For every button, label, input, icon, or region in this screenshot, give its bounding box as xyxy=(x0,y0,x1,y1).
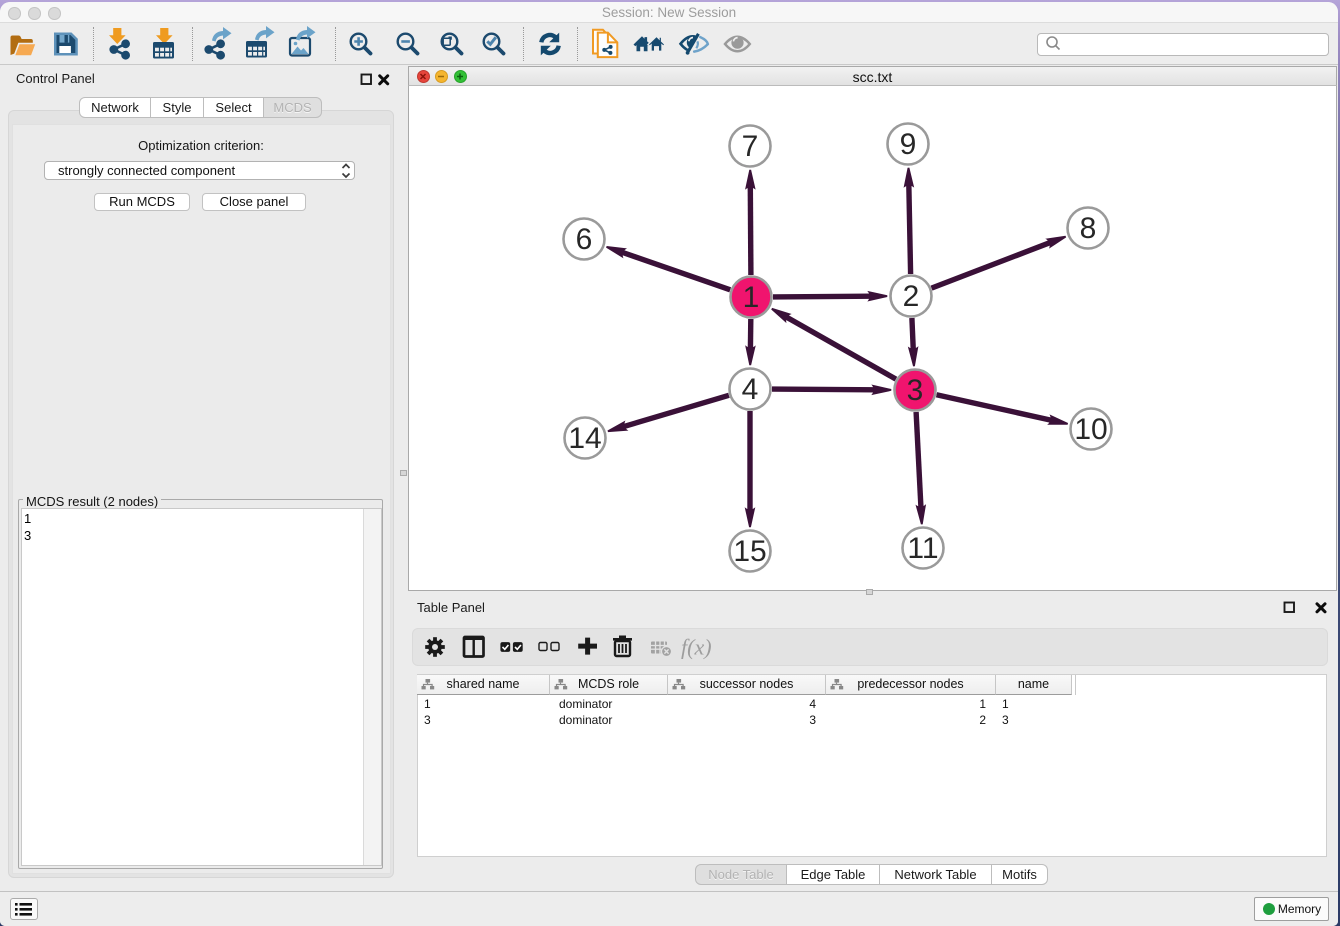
svg-text:8: 8 xyxy=(1080,212,1097,245)
svg-text:2: 2 xyxy=(903,280,920,313)
svg-text:15: 15 xyxy=(733,535,766,568)
svg-text:4: 4 xyxy=(742,373,759,406)
svg-text:1: 1 xyxy=(743,281,760,314)
svg-text:3: 3 xyxy=(907,374,924,407)
svg-text:f(x): f(x) xyxy=(681,635,712,660)
svg-text:9: 9 xyxy=(900,128,917,161)
svg-text:7: 7 xyxy=(742,130,759,163)
svg-text:11: 11 xyxy=(907,532,938,565)
svg-text:14: 14 xyxy=(568,422,601,455)
svg-text:10: 10 xyxy=(1074,413,1107,446)
svg-text:6: 6 xyxy=(576,223,593,256)
